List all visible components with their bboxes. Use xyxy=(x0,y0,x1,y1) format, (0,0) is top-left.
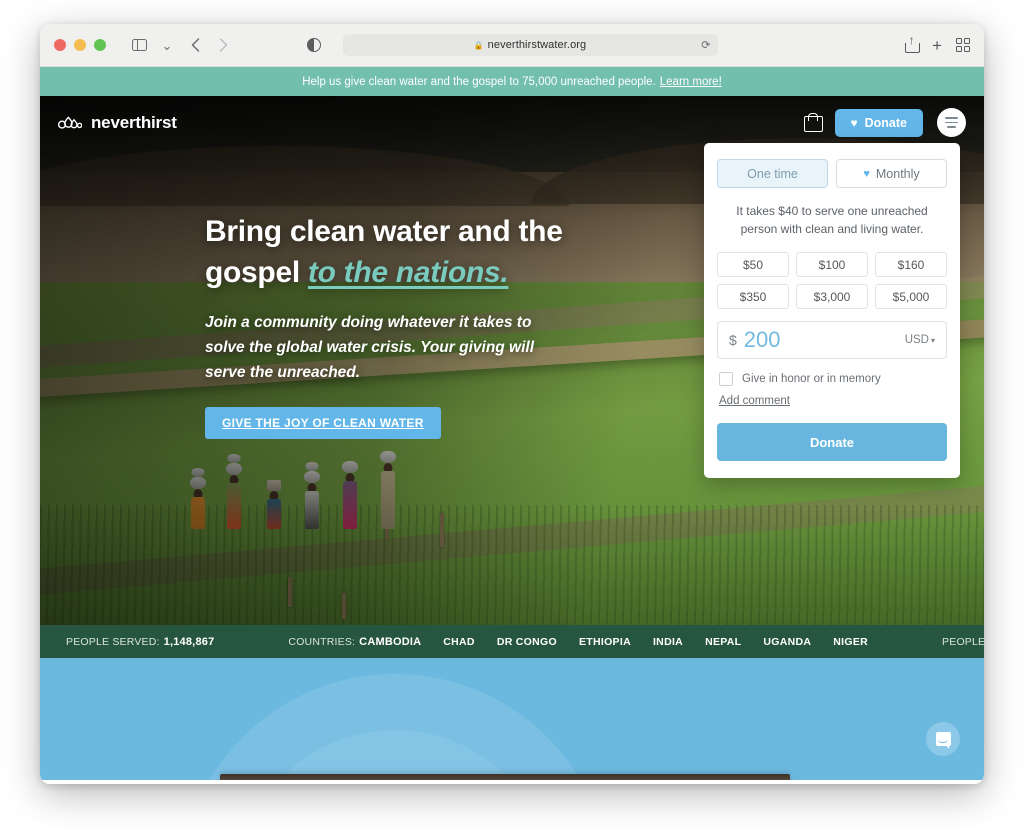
people-served-label: PEOPLE SERVED: xyxy=(942,635,984,648)
close-window-button[interactable] xyxy=(54,39,66,51)
amount-option[interactable]: $3,000 xyxy=(796,284,868,310)
brand-name: neverthirst xyxy=(91,112,177,132)
reader-mode-icon[interactable] xyxy=(306,38,321,52)
country-name: ETHIOPIA xyxy=(578,635,631,648)
hero-headline: Bring clean water and the gospel to the … xyxy=(205,212,635,294)
custom-amount-field[interactable]: $ 200 USD ▾ xyxy=(717,321,947,360)
donation-note: It takes $40 to serve one unreached pers… xyxy=(736,204,928,237)
honor-memory-row[interactable]: Give in honor or in memory xyxy=(717,372,947,387)
people-served-value: 1,148,867 xyxy=(163,635,215,648)
nav-donate-button[interactable]: ♥ Donate xyxy=(834,108,923,137)
add-comment-link[interactable]: Add comment xyxy=(719,395,790,407)
honor-label: Give in honor or in memory xyxy=(742,373,881,386)
section-image-top-edge xyxy=(220,774,790,780)
donation-card: One time ♥ Monthly It takes $40 to serve… xyxy=(704,143,960,479)
reload-icon[interactable]: ⟳ xyxy=(701,39,710,52)
back-button[interactable] xyxy=(182,33,208,57)
chevron-right-icon xyxy=(219,38,227,52)
promo-banner[interactable]: Help us give clean water and the gospel … xyxy=(40,67,984,96)
page-content: Help us give clean water and the gospel … xyxy=(40,67,984,784)
card-donate-button[interactable]: Donate xyxy=(717,423,947,462)
country-name: INDIA xyxy=(652,635,684,648)
promo-text: Help us give clean water and the gospel … xyxy=(302,75,656,88)
heart-icon: ♥ xyxy=(850,115,858,130)
site-logo[interactable]: neverthirst xyxy=(58,113,177,133)
tab-monthly-label: Monthly xyxy=(875,166,920,181)
ticker-countries: COUNTRIES: CAMBODIA CHAD DR CONGO ETHIOP… xyxy=(288,636,868,648)
donation-frequency-tabs: One time ♥ Monthly xyxy=(717,159,947,188)
tab-monthly[interactable]: ♥ Monthly xyxy=(836,159,947,188)
heart-icon: ♥ xyxy=(863,167,870,180)
amount-option[interactable]: $160 xyxy=(875,252,947,278)
url-text: neverthirstwater.org xyxy=(487,39,587,51)
forward-button[interactable] xyxy=(210,33,236,57)
country-name: NIGER xyxy=(833,635,869,648)
plus-icon[interactable]: + xyxy=(932,37,942,54)
tab-one-time[interactable]: One time xyxy=(717,159,828,188)
currency-code: USD xyxy=(904,334,929,347)
headline-line2: gospel xyxy=(205,255,308,289)
navbar-actions: ♥ Donate xyxy=(803,108,966,137)
maximize-window-button[interactable] xyxy=(94,39,106,51)
hero-subheading: Join a community doing whatever it takes… xyxy=(205,313,535,381)
lock-icon: 🔒 xyxy=(473,40,484,50)
site-navbar: neverthirst ♥ Donate xyxy=(40,96,984,149)
sidebar-toggle-button[interactable] xyxy=(126,33,152,57)
ticker-track: PEOPLE SERVED: 1,148,867 COUNTRIES: CAMB… xyxy=(40,636,984,648)
stats-ticker: PEOPLE SERVED: 1,148,867 COUNTRIES: CAMB… xyxy=(40,625,984,658)
ticker-people-served-repeat: PEOPLE SERVED: 1,148,867 xyxy=(942,636,984,648)
share-icon[interactable] xyxy=(905,38,921,53)
tab-overview-icon[interactable] xyxy=(956,38,970,52)
chat-widget-button[interactable] xyxy=(926,722,960,756)
amount-input-value[interactable]: 200 xyxy=(744,327,781,353)
promo-learn-more-link[interactable]: Learn more! xyxy=(660,76,722,88)
window-controls xyxy=(54,39,106,51)
browser-toolbar: ⌄ 🔒 neverthirstwater.org ⟳ + xyxy=(40,24,984,67)
headline-line1: Bring clean water and the xyxy=(205,215,563,248)
currency-symbol: $ xyxy=(729,332,737,349)
chevron-left-icon xyxy=(191,38,199,52)
toolbar-right-actions: + xyxy=(905,37,970,54)
hero-cta-button[interactable]: GIVE THE JOY OF CLEAN WATER xyxy=(205,406,441,439)
country-name: CHAD xyxy=(443,635,475,648)
hero-copy: Bring clean water and the gospel to the … xyxy=(205,212,635,439)
currency-selector[interactable]: USD ▾ xyxy=(905,334,935,346)
ticker-people-served: PEOPLE SERVED: 1,148,867 xyxy=(66,636,214,648)
chat-bubble-icon xyxy=(935,732,951,749)
shopping-bag-icon[interactable] xyxy=(803,113,823,132)
amount-option[interactable]: $50 xyxy=(717,252,789,278)
nav-donate-label: Donate xyxy=(864,115,907,130)
amount-option[interactable]: $100 xyxy=(796,252,868,278)
browser-window: ⌄ 🔒 neverthirstwater.org ⟳ + xyxy=(40,24,984,784)
people-served-label: PEOPLE SERVED: xyxy=(66,635,160,648)
blue-section xyxy=(40,658,984,780)
honor-checkbox[interactable] xyxy=(719,372,733,387)
neverthirst-droplet-icon xyxy=(58,115,82,129)
headline-accent: to the nations. xyxy=(307,255,509,289)
amount-option[interactable]: $5,000 xyxy=(875,284,947,310)
countries-label: COUNTRIES: xyxy=(288,635,356,648)
minimize-window-button[interactable] xyxy=(74,39,86,51)
country-name: UGANDA xyxy=(763,635,812,648)
hero-section: neverthirst ♥ Donate Bring clean water a… xyxy=(40,96,984,625)
country-name: DR CONGO xyxy=(496,635,557,648)
sidebar-icon xyxy=(131,38,147,52)
donation-amount-options: $50 $100 $160 $350 $3,000 $5,000 xyxy=(717,252,947,310)
hamburger-menu-icon[interactable] xyxy=(937,108,966,137)
chevron-down-icon: ⌄ xyxy=(161,37,173,53)
address-bar[interactable]: 🔒 neverthirstwater.org ⟳ xyxy=(342,34,718,56)
sidebar-dropdown-button[interactable]: ⌄ xyxy=(154,33,180,57)
navigation-controls: ⌄ xyxy=(126,33,236,57)
tab-one-time-label: One time xyxy=(747,166,798,181)
amount-option[interactable]: $350 xyxy=(717,284,789,310)
country-name: CAMBODIA xyxy=(359,635,422,648)
country-name: NEPAL xyxy=(705,635,742,648)
chevron-down-icon: ▾ xyxy=(930,336,935,346)
